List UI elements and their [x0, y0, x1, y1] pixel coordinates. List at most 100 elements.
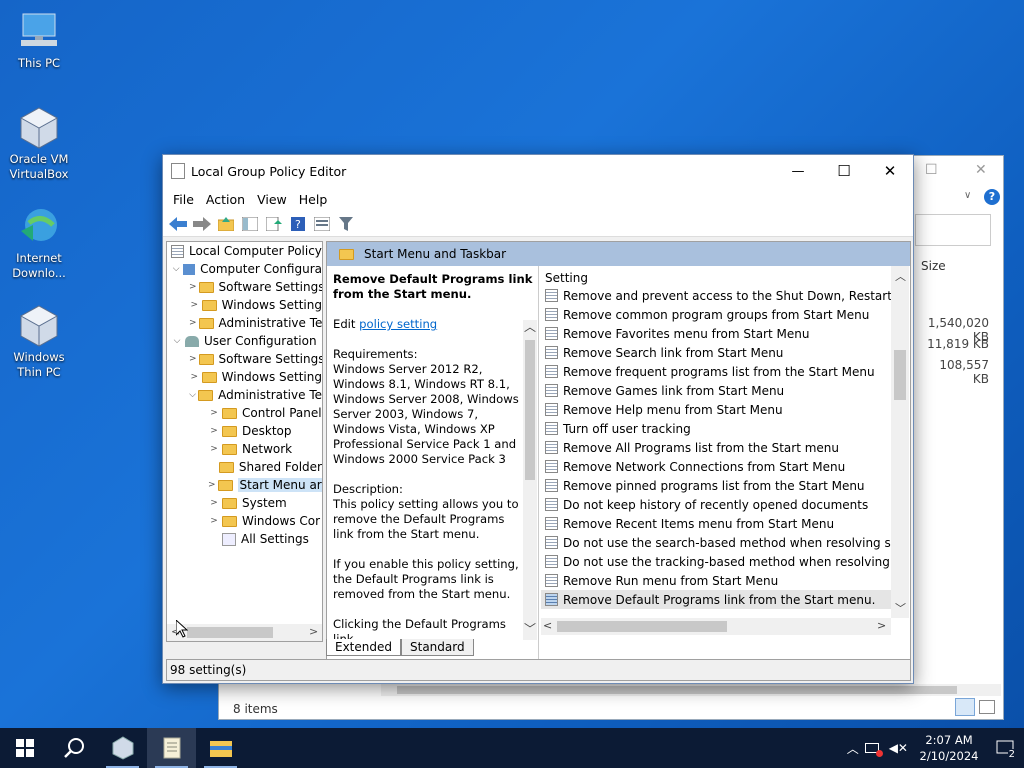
title-bar[interactable]: Local Group Policy Editor — ☐ ✕ [163, 155, 913, 187]
start-button[interactable] [0, 728, 49, 768]
chevron-right-icon[interactable]: > [208, 516, 220, 526]
scroll-thumb[interactable] [894, 350, 906, 400]
chevron-right-icon[interactable]: > [189, 300, 200, 310]
edit-policy-link[interactable]: policy setting [359, 317, 437, 331]
tree-item[interactable]: > Desktop [167, 422, 322, 440]
setting-row[interactable]: Remove common program groups from Start … [541, 305, 908, 324]
desktop-icon-idm[interactable]: Internet Downlo... [4, 205, 74, 281]
maximize-icon[interactable]: ☐ [925, 162, 938, 178]
menu-file[interactable]: File [167, 192, 200, 207]
tree-item[interactable]: All Settings [167, 530, 322, 548]
chevron-down-icon[interactable]: ⌵ [189, 390, 196, 400]
maximize-button[interactable]: ☐ [821, 162, 867, 180]
menu-action[interactable]: Action [200, 192, 251, 207]
show-hide-tree-icon[interactable] [239, 214, 261, 234]
scroll-right-icon[interactable]: > [309, 625, 318, 638]
taskbar-virtualbox[interactable] [98, 728, 147, 768]
tree-horizontal-scrollbar[interactable]: < > [167, 624, 322, 641]
navigation-tree[interactable]: Local Computer Policy ⌵ Computer Configur… [166, 241, 323, 642]
details-view-icon[interactable] [955, 698, 975, 716]
close-icon[interactable]: ✕ [975, 162, 987, 178]
setting-row[interactable]: Remove Help menu from Start Menu [541, 400, 908, 419]
tree-item[interactable]: > Control Panel [167, 404, 322, 422]
taskbar-file-explorer[interactable] [196, 728, 245, 768]
setting-row[interactable]: Remove All Programs list from the Start … [541, 438, 908, 457]
search-button[interactable] [49, 728, 98, 768]
tree-item-user-config[interactable]: ⌵ User Configuration [167, 332, 322, 350]
setting-row[interactable]: Remove Search link from Start Menu [541, 343, 908, 362]
desktop-icon-windows-thin-pc[interactable]: Windows Thin PC [4, 304, 74, 380]
scroll-thumb[interactable] [187, 627, 273, 638]
clock[interactable]: 2:07 AM 2/10/2024 [914, 732, 984, 764]
tree-item[interactable]: > Windows Cor [167, 512, 322, 530]
chevron-right-icon[interactable]: > [208, 426, 220, 436]
setting-row[interactable]: Remove pinned programs list from the Sta… [541, 476, 908, 495]
setting-row[interactable]: Remove Network Connections from Start Me… [541, 457, 908, 476]
chevron-up-icon[interactable]: ︿ [847, 740, 859, 757]
chevron-right-icon[interactable]: > [189, 282, 197, 292]
tree-item-computer-config[interactable]: ⌵ Computer Configura [167, 260, 322, 278]
notification-button[interactable]: 2 [990, 728, 1020, 768]
tree-item[interactable]: > Network [167, 440, 322, 458]
chevron-right-icon[interactable]: > [208, 480, 216, 490]
setting-row[interactable]: Turn off user tracking [541, 419, 908, 438]
tree-item[interactable]: > Windows Setting [167, 368, 322, 386]
tree-item[interactable]: > Software Settings [167, 350, 322, 368]
list-horizontal-scrollbar[interactable]: < > [541, 618, 891, 635]
help-icon[interactable]: ? [287, 214, 309, 234]
setting-row[interactable]: Remove Games link from Start Menu [541, 381, 908, 400]
tree-item[interactable]: > Administrative Te [167, 314, 322, 332]
setting-row[interactable]: Do not use the tracking-based method whe… [541, 552, 908, 571]
desktop-icon-this-pc[interactable]: This PC [4, 10, 74, 71]
desktop-icon-virtualbox[interactable]: Oracle VM VirtualBox [4, 106, 74, 182]
menu-view[interactable]: View [251, 192, 293, 207]
export-list-icon[interactable] [263, 214, 285, 234]
setting-row[interactable]: Remove Default Programs link from the St… [541, 590, 908, 609]
tree-item[interactable]: ⌵ Administrative Te [167, 386, 322, 404]
minimize-button[interactable]: — [775, 164, 821, 179]
menu-help[interactable]: Help [293, 192, 334, 207]
tree-item-selected[interactable]: > Start Menu ar [167, 476, 322, 494]
scroll-up-icon[interactable]: ︿ [895, 268, 906, 284]
scroll-right-icon[interactable]: > [877, 619, 886, 632]
chevron-right-icon[interactable]: > [189, 372, 200, 382]
horizontal-scrollbar[interactable] [381, 684, 1001, 696]
setting-row[interactable]: Remove and prevent access to the Shut Do… [541, 286, 908, 305]
scroll-up-icon[interactable]: ︿ [524, 320, 536, 335]
back-icon[interactable] [167, 214, 189, 234]
tab-extended[interactable]: Extended [326, 639, 401, 656]
scroll-thumb[interactable] [557, 621, 727, 632]
chevron-down-icon[interactable]: ⌵ [171, 336, 183, 346]
tree-item[interactable]: > Software Settings [167, 278, 322, 296]
chevron-right-icon[interactable]: > [189, 318, 197, 328]
tree-item-root[interactable]: Local Computer Policy [167, 242, 322, 260]
close-button[interactable]: ✕ [867, 162, 913, 180]
settings-list[interactable]: Setting Remove and prevent access to the… [541, 266, 908, 636]
scroll-down-icon[interactable]: ﹀ [895, 600, 906, 616]
network-icon[interactable] [864, 743, 883, 757]
up-folder-icon[interactable] [215, 214, 237, 234]
description-scrollbar[interactable]: ︿ ﹀ [523, 320, 537, 640]
chevron-right-icon[interactable]: > [208, 498, 220, 508]
scroll-left-icon[interactable]: < [543, 619, 552, 632]
chevron-down-icon[interactable]: ∨ [964, 190, 971, 201]
tree-item[interactable]: > Windows Setting [167, 296, 322, 314]
tab-standard[interactable]: Standard [401, 639, 474, 656]
tree-item[interactable]: Shared Folder [167, 458, 322, 476]
chevron-down-icon[interactable]: ⌵ [171, 264, 181, 274]
column-header-setting[interactable]: Setting [541, 266, 908, 286]
tree-item[interactable]: > System [167, 494, 322, 512]
setting-row[interactable]: Do not keep history of recently opened d… [541, 495, 908, 514]
column-header-size[interactable]: Size [921, 259, 946, 273]
setting-row[interactable]: Do not use the search-based method when … [541, 533, 908, 552]
search-box[interactable] [915, 214, 991, 246]
scroll-thumb[interactable] [525, 340, 535, 480]
scroll-down-icon[interactable]: ﹀ [524, 622, 536, 637]
setting-row[interactable]: Remove Favorites menu from Start Menu [541, 324, 908, 343]
help-icon[interactable]: ? [984, 189, 1000, 205]
tiles-view-icon[interactable] [979, 700, 995, 714]
taskbar-policy-editor[interactable] [147, 728, 196, 768]
setting-row[interactable]: Remove frequent programs list from the S… [541, 362, 908, 381]
filter-icon[interactable] [335, 214, 357, 234]
chevron-right-icon[interactable]: > [189, 354, 197, 364]
